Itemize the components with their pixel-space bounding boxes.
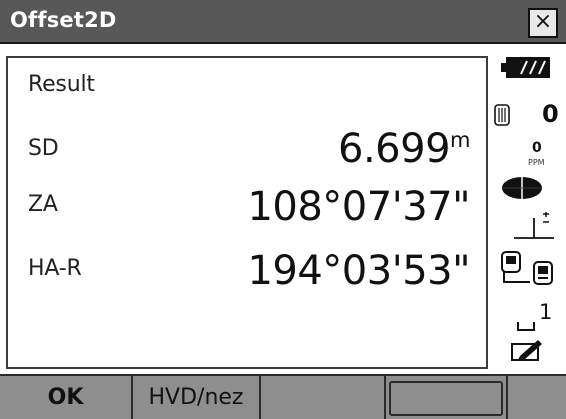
target-prism-icon xyxy=(502,177,542,199)
za-label: ZA xyxy=(28,192,58,217)
memory-value: 1 xyxy=(539,300,553,324)
hvd-nez-softkey[interactable]: HVD/nez xyxy=(133,376,261,419)
ha-r-label: HA-R xyxy=(28,256,82,281)
atmosphere-correction-value: 0 xyxy=(542,100,559,128)
close-button[interactable]: × xyxy=(528,8,558,38)
ppm-value: 0 xyxy=(532,140,542,156)
softkey-bar: OK HVD/nez xyxy=(0,374,566,419)
softkey-3[interactable] xyxy=(261,376,386,419)
input-mode-icon xyxy=(511,340,542,361)
title-bar: Offset2D × xyxy=(0,0,566,44)
sd-value: 6.699 xyxy=(338,126,451,172)
result-panel: Result SD 6.699m ZA 108°07'37" HA-R 194°… xyxy=(6,56,488,369)
ok-softkey-label: OK xyxy=(47,385,84,410)
softkey-4[interactable] xyxy=(386,376,508,419)
softkey-5[interactable] xyxy=(508,376,566,419)
battery-icon xyxy=(501,57,550,78)
sd-label: SD xyxy=(28,136,59,161)
status-column: 0 0 PPM 1 xyxy=(492,56,564,369)
close-icon: × xyxy=(533,9,553,34)
ha-r-value: 194°03'53" xyxy=(247,248,470,294)
ppm-label: PPM xyxy=(528,158,545,167)
hvd-nez-softkey-label: HVD/nez xyxy=(148,385,244,410)
total-station-screen: Offset2D × Result SD 6.699m ZA 108°07'37… xyxy=(0,0,566,419)
communication-icon xyxy=(501,251,553,285)
tilt-icon xyxy=(514,212,554,239)
za-value: 108°07'37" xyxy=(247,184,470,230)
window-title: Offset2D xyxy=(10,8,117,32)
atmosphere-icon xyxy=(494,104,510,126)
softkey-4-frame xyxy=(389,381,503,416)
sd-unit: m xyxy=(450,128,470,152)
sd-value-group: 6.699m xyxy=(338,126,470,172)
ok-softkey[interactable]: OK xyxy=(0,376,133,419)
result-heading: Result xyxy=(28,72,95,97)
